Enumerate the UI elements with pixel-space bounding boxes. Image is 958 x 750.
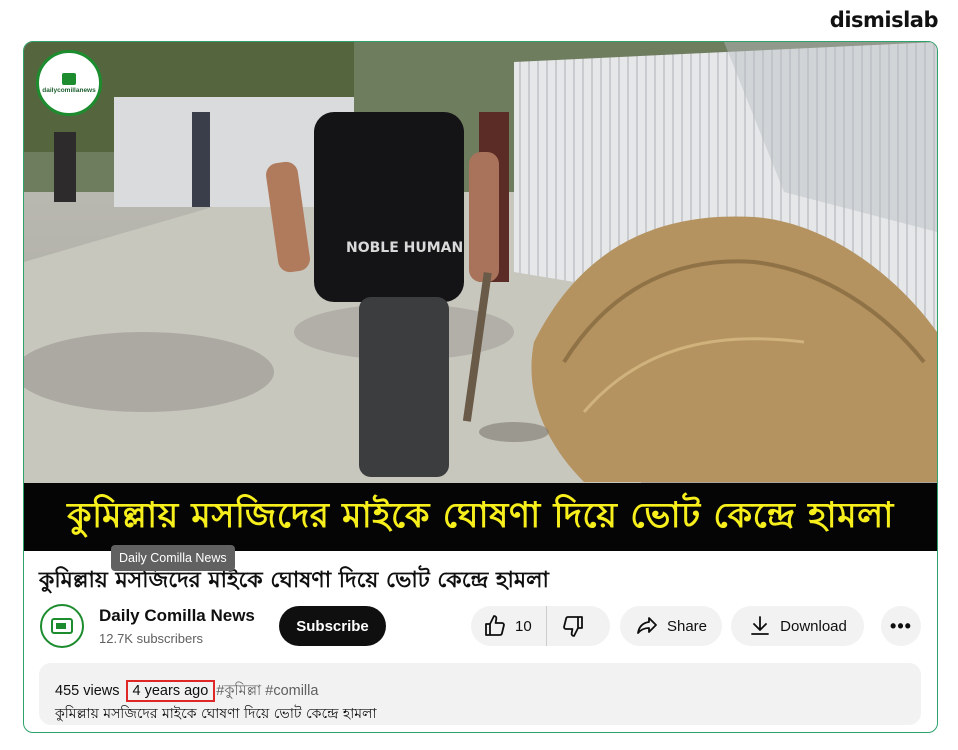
download-icon <box>748 614 772 638</box>
upload-age: 4 years ago <box>125 680 216 702</box>
channel-avatar[interactable] <box>40 604 84 648</box>
dismislab-logo: dismislab <box>829 8 939 32</box>
share-arrow-icon <box>635 614 659 638</box>
like-count: 10 <box>515 617 532 635</box>
share-label: Share <box>666 617 708 635</box>
description-box[interactable]: 455 views 4 years ago #কুমিল্লা #comilla … <box>39 663 921 725</box>
like-dislike-group: 10 <box>471 606 610 646</box>
newspaper-icon <box>62 72 76 85</box>
like-button[interactable]: 10 <box>471 606 547 646</box>
channel-watermark-logo: dailycomillanews <box>36 50 102 116</box>
thumbs-down-icon <box>561 614 585 638</box>
video-player[interactable]: NOBLE HUMAN dailycomillanews কুমিল্লায় … <box>24 42 937 551</box>
dislike-button[interactable] <box>547 606 599 646</box>
more-actions-button[interactable]: ••• <box>881 606 921 646</box>
channel-tooltip: Daily Comilla News <box>111 545 235 571</box>
youtube-page-frame: NOBLE HUMAN dailycomillanews কুমিল্লায় … <box>23 41 938 733</box>
video-caption-text: কুমিল্লায় মসজিদের মাইকে ঘোষণা দিয়ে ভোট… <box>67 495 894 536</box>
description-text: কুমিল্লায় মসজিদের মাইকে ঘোষণা দিয়ে ভোট… <box>55 706 377 722</box>
video-caption-bar: কুমিল্লায় মসজিদের মাইকে ঘোষণা দিয়ে ভোট… <box>24 483 937 551</box>
thumbs-up-icon <box>483 614 507 638</box>
subscribe-button[interactable]: Subscribe <box>279 606 386 646</box>
description-meta: 455 views 4 years ago #কুমিল্লা #comilla <box>55 680 318 704</box>
download-button[interactable]: Download <box>731 606 864 646</box>
download-label: Download <box>780 617 847 635</box>
channel-watermark-text: dailycomillanews <box>42 86 96 94</box>
hashtags[interactable]: #কুমিল্লা #comilla <box>216 683 318 699</box>
channel-logo-icon <box>51 618 73 634</box>
subscriber-count: 12.7K subscribers <box>99 631 204 646</box>
channel-name[interactable]: Daily Comilla News <box>99 606 255 626</box>
view-count: 455 views <box>55 683 120 699</box>
share-button[interactable]: Share <box>620 606 722 646</box>
shirt-print: NOBLE HUMAN <box>346 240 463 256</box>
video-frame-image: NOBLE HUMAN <box>24 42 937 492</box>
